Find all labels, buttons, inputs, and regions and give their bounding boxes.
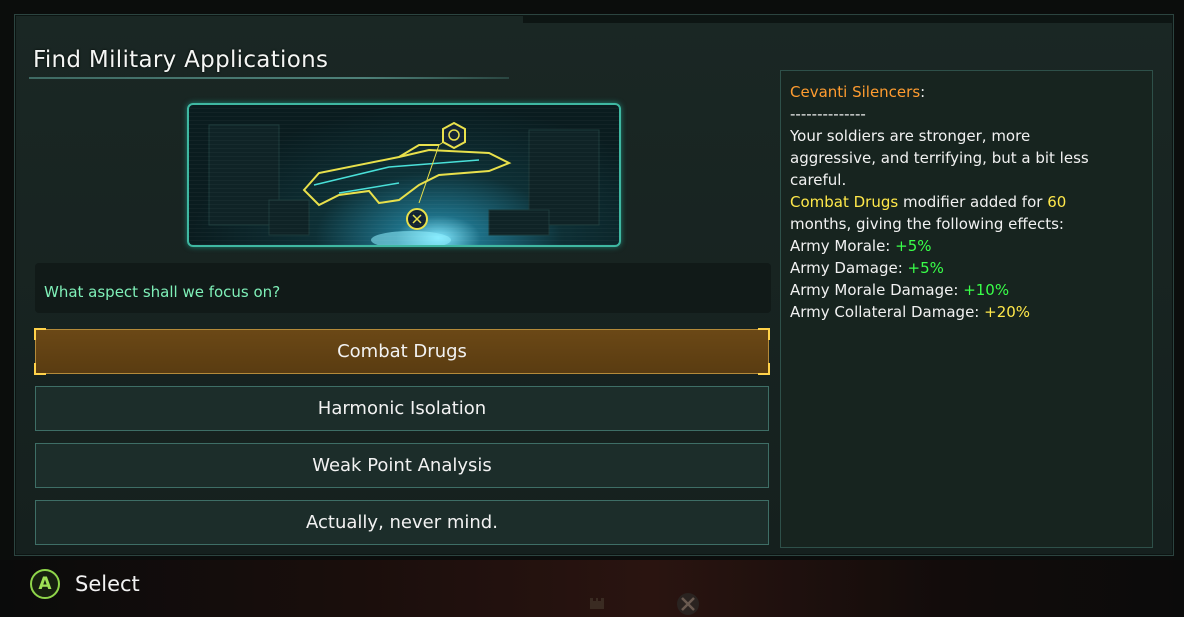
description-text-line: careful. bbox=[790, 171, 847, 189]
description-heading-colon: : bbox=[920, 83, 926, 101]
effect-value: +5% bbox=[907, 259, 944, 277]
description-panel: Cevanti Silencers: -------------- Your s… bbox=[780, 70, 1153, 548]
event-picture bbox=[187, 103, 621, 247]
effect-value: +5% bbox=[895, 237, 932, 255]
option-never-mind[interactable]: Actually, never mind. bbox=[35, 500, 769, 545]
effect-label: Army Morale: bbox=[790, 237, 896, 255]
option-weak-point-analysis[interactable]: Weak Point Analysis bbox=[35, 443, 769, 488]
title-bar: Find Military Applications bbox=[29, 43, 509, 83]
footer-hint[interactable]: A Select bbox=[30, 566, 140, 602]
event-dialog: Find Military Applications What aspect s… bbox=[14, 14, 1174, 556]
effect-line: Army Morale Damage: +10% bbox=[790, 279, 1140, 301]
effect-label: Army Morale Damage: bbox=[790, 281, 964, 299]
effect-label: Army Damage: bbox=[790, 259, 908, 277]
effect-label: Army Collateral Damage: bbox=[790, 303, 985, 321]
option-label: Combat Drugs bbox=[337, 341, 467, 362]
description-text: Cevanti Silencers: -------------- Your s… bbox=[790, 81, 1140, 323]
option-label: Weak Point Analysis bbox=[312, 455, 492, 476]
selection-corner bbox=[758, 363, 770, 375]
question-text: What aspect shall we focus on? bbox=[44, 283, 281, 301]
effect-line: Army Damage: +5% bbox=[790, 257, 1140, 279]
effect-value: +20% bbox=[984, 303, 1031, 321]
description-text-line: Your soldiers are stronger, more bbox=[790, 127, 1031, 145]
description-separator: -------------- bbox=[790, 105, 866, 123]
effect-line: Army Morale: +5% bbox=[790, 235, 1140, 257]
effect-line: Army Collateral Damage: +20% bbox=[790, 301, 1140, 323]
modifier-line-2: months, giving the following effects: bbox=[790, 215, 1064, 233]
a-button-icon: A bbox=[30, 569, 60, 599]
description-text-line: aggressive, and terrifying, but a bit le… bbox=[790, 149, 1089, 167]
select-label: Select bbox=[75, 572, 140, 596]
dialog-title: Find Military Applications bbox=[33, 47, 329, 73]
option-label: Actually, never mind. bbox=[306, 512, 498, 533]
effect-value: +10% bbox=[963, 281, 1010, 299]
selection-corner bbox=[34, 328, 46, 340]
scanline-overlay bbox=[189, 105, 619, 245]
option-label: Harmonic Isolation bbox=[317, 398, 487, 419]
window-notch bbox=[523, 15, 1173, 23]
modifier-line: Combat Drugs modifier added for 60 bbox=[790, 191, 1140, 213]
option-harmonic-isolation[interactable]: Harmonic Isolation bbox=[35, 386, 769, 431]
modifier-name: Combat Drugs bbox=[790, 193, 899, 211]
modifier-duration: 60 bbox=[1047, 193, 1067, 211]
question-box: What aspect shall we focus on? bbox=[35, 263, 771, 313]
castle-icon bbox=[590, 598, 604, 609]
description-heading-line: Cevanti Silencers: bbox=[790, 81, 1140, 103]
description-heading: Cevanti Silencers bbox=[790, 83, 921, 101]
selection-corner bbox=[758, 328, 770, 340]
title-underline bbox=[29, 77, 509, 79]
selection-corner bbox=[34, 363, 46, 375]
background-icons bbox=[588, 592, 700, 616]
option-combat-drugs[interactable]: Combat Drugs bbox=[34, 328, 770, 375]
modifier-mid-text: modifier added for bbox=[898, 193, 1048, 211]
crossed-swords-icon bbox=[677, 593, 699, 615]
